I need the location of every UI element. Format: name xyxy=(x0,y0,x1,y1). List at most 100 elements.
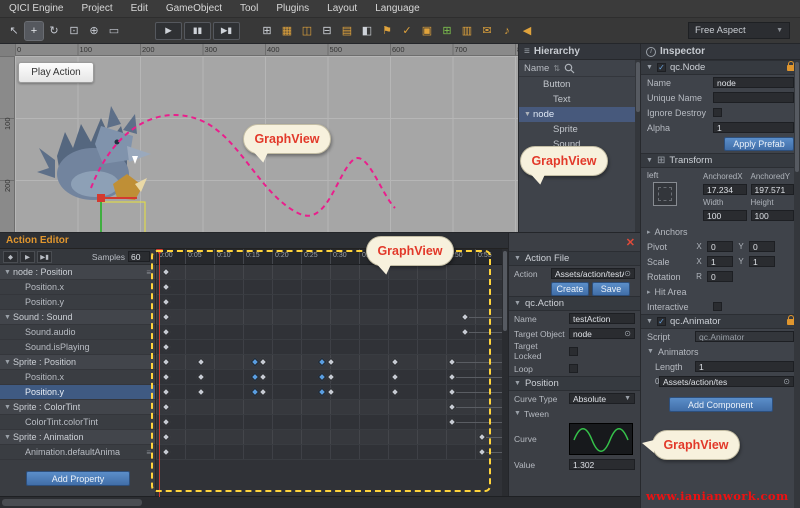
object-picker-icon[interactable]: ⊙ xyxy=(624,329,631,338)
keyframe-diamond-gray[interactable] xyxy=(448,388,456,396)
track-sprite-position[interactable]: ▼Sprite : Position xyxy=(0,355,155,370)
chart-icon[interactable]: ▤ xyxy=(338,22,356,40)
keyframe-diamond-gray[interactable] xyxy=(448,418,456,426)
scale-x-input[interactable]: 1 xyxy=(707,256,733,267)
menu-item-layout[interactable]: Layout xyxy=(318,0,366,18)
transform-section-header[interactable]: ▼ ⊞ Transform xyxy=(641,153,800,168)
keyframe-diamond-gray[interactable] xyxy=(478,433,486,441)
menu-item-language[interactable]: Language xyxy=(366,0,429,18)
aspect-ratio-select[interactable]: Free Aspect ▼ xyxy=(688,22,790,39)
track-sound-sound[interactable]: ▼Sound : Sound xyxy=(0,310,155,325)
collapse-arrow-icon[interactable]: ▸ xyxy=(647,288,651,296)
pivot-y-input[interactable]: 0 xyxy=(749,241,775,252)
hierarchy-item-node[interactable]: ▼node xyxy=(519,107,640,122)
collapse-arrow-icon[interactable]: ▼ xyxy=(646,157,653,164)
curve-type-select[interactable]: Absolute ▼ xyxy=(569,393,635,404)
audio-icon[interactable]: ◀ xyxy=(518,22,536,40)
zoom-tool-icon[interactable]: ⊕ xyxy=(85,22,103,40)
qc-node-section-header[interactable]: ▼ ✓ qc.Node xyxy=(641,60,800,75)
keyframe-diamond-gray[interactable] xyxy=(259,358,267,366)
horizontal-scrollbar[interactable] xyxy=(0,496,640,508)
sprite-wolf[interactable] xyxy=(37,106,151,200)
track-sound-isplaying[interactable]: Sound.isPlaying xyxy=(0,340,155,355)
track-sound-audio[interactable]: Sound.audio xyxy=(0,325,155,340)
keyframe-diamond-gray[interactable] xyxy=(461,313,469,321)
timeline[interactable]: 0:000:050:100:150:200:250:300:350:400:45… xyxy=(155,249,502,497)
keyframe-diamond-gray[interactable] xyxy=(259,373,267,381)
track-animation-defaultanima[interactable]: Animation.defaultAnima≡ xyxy=(0,445,155,460)
track-node-position[interactable]: ▼node : Position≡ xyxy=(0,265,155,280)
menu-item-plugins[interactable]: Plugins xyxy=(267,0,318,18)
keyframe-diamond-gray[interactable] xyxy=(162,373,170,381)
create-button[interactable]: Create xyxy=(551,282,589,296)
playhead[interactable] xyxy=(159,249,160,497)
pause-button[interactable]: ▮▮ xyxy=(184,22,211,40)
track-sprite-colortint[interactable]: ▼Sprite : ColorTint xyxy=(0,400,155,415)
qc-node-enabled-checkbox[interactable]: ✓ xyxy=(657,63,666,72)
keyframe-diamond-gray[interactable] xyxy=(162,388,170,396)
keyframe-diamond-gray[interactable] xyxy=(162,328,170,336)
close-icon[interactable]: ✕ xyxy=(626,236,635,249)
target-locked-checkbox[interactable] xyxy=(569,347,578,356)
menu-item-gameobject[interactable]: GameObject xyxy=(157,0,231,18)
target-object-input[interactable]: node ⊙ xyxy=(569,328,635,339)
curve-preview[interactable] xyxy=(569,423,633,455)
collapse-arrow-icon[interactable]: ▼ xyxy=(647,348,654,355)
layers-icon[interactable]: ▥ xyxy=(458,22,476,40)
menu-item-project[interactable]: Project xyxy=(72,0,121,18)
rows-icon[interactable]: ⊟ xyxy=(318,22,336,40)
anchored-y-input[interactable]: 197.571 xyxy=(751,184,795,195)
keyframe-diamond-blue[interactable] xyxy=(250,388,258,396)
qc-animator-enabled-checkbox[interactable]: ✓ xyxy=(657,317,666,326)
scrollbar-thumb[interactable] xyxy=(795,62,799,172)
track-position-y[interactable]: Position.y xyxy=(0,385,155,400)
keyframe-diamond-blue[interactable] xyxy=(318,373,326,381)
keyframe-diamond-blue[interactable] xyxy=(250,373,258,381)
keyframe-diamond-gray[interactable] xyxy=(162,418,170,426)
hierarchy-item-button[interactable]: Button xyxy=(519,77,640,92)
action-asset-input[interactable]: Assets/action/testActio ⊙ xyxy=(551,268,635,279)
add-property-button[interactable]: Add Property xyxy=(26,471,130,486)
alpha-input[interactable]: 1 xyxy=(713,122,794,133)
rotate-tool-icon[interactable]: ↻ xyxy=(45,22,63,40)
animator-asset-input[interactable]: Assets/action/tes ⊙ xyxy=(659,376,794,387)
object-picker-icon[interactable]: ⊙ xyxy=(783,377,790,386)
menu-item-tool[interactable]: Tool xyxy=(231,0,267,18)
keyframe-diamond-gray[interactable] xyxy=(390,388,398,396)
keyframe-diamond-gray[interactable] xyxy=(326,388,334,396)
flag-icon[interactable]: ⚑ xyxy=(378,22,396,40)
scrollbar-thumb[interactable] xyxy=(2,499,142,506)
music-icon[interactable]: ♪ xyxy=(498,22,516,40)
keyframe-diamond-blue[interactable] xyxy=(318,358,326,366)
ignore-destroy-checkbox[interactable] xyxy=(713,108,722,117)
add-icon[interactable]: ⊞ xyxy=(438,22,456,40)
anchor-preset[interactable]: left xyxy=(647,170,697,222)
hierarchy-item-sprite[interactable]: Sprite xyxy=(519,122,640,137)
samples-input[interactable]: 60 xyxy=(128,251,150,262)
keyframe-diamond-gray[interactable] xyxy=(461,328,469,336)
action-name-input[interactable]: testAction xyxy=(569,313,635,324)
package-icon[interactable]: ▣ xyxy=(418,22,436,40)
keyframe-diamond-gray[interactable] xyxy=(448,358,456,366)
snap-icon[interactable]: ▦ xyxy=(278,22,296,40)
play-action-icon[interactable]: ▶ xyxy=(20,251,35,263)
keyframe-diamond-gray[interactable] xyxy=(162,283,170,291)
keyframe-diamond-gray[interactable] xyxy=(390,373,398,381)
play-action-button[interactable]: Play Action xyxy=(18,62,94,83)
keyframe-diamond-gray[interactable] xyxy=(390,358,398,366)
keyframe-diamond-gray[interactable] xyxy=(162,433,170,441)
track-colortint-colortint[interactable]: ColorTint.colorTint xyxy=(0,415,155,430)
anchor-preset-widget[interactable] xyxy=(653,182,677,206)
keyframe-diamond-blue[interactable] xyxy=(318,388,326,396)
keyframe-diamond-gray[interactable] xyxy=(448,373,456,381)
anchors-row[interactable]: ▸ Anchors xyxy=(641,224,800,239)
keyframe-diamond-gray[interactable] xyxy=(162,268,170,276)
move-tool-icon[interactable]: + xyxy=(25,22,43,40)
record-keyframe-icon[interactable]: ◆ xyxy=(3,251,18,263)
rotation-input[interactable]: 0 xyxy=(707,271,733,282)
qc-action-section-header[interactable]: ▼ qc.Action xyxy=(509,296,640,311)
menu-item-qici-engine[interactable]: QICI Engine xyxy=(0,0,72,18)
animators-row[interactable]: ▼ Animators xyxy=(641,344,800,359)
hit-area-row[interactable]: ▸ Hit Area xyxy=(641,284,800,299)
rect-tool-icon[interactable]: ▭ xyxy=(105,22,123,40)
